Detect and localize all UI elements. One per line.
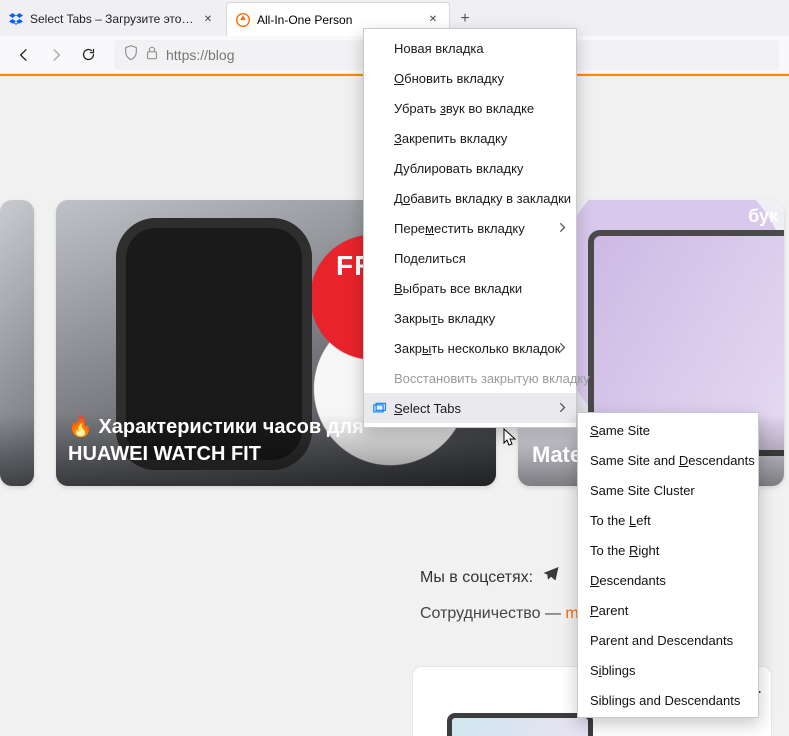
submenu-item[interactable]: Siblings: [578, 655, 758, 685]
context-menu-item[interactable]: Select Tabs: [364, 393, 576, 423]
submenu-item[interactable]: Parent: [578, 595, 758, 625]
context-menu-item[interactable]: Новая вкладка: [364, 33, 576, 63]
context-menu-item[interactable]: Добавить вкладку в закладки: [364, 183, 576, 213]
lock-icon: [146, 46, 158, 63]
submenu-item[interactable]: Siblings and Descendants: [578, 685, 758, 715]
select-tabs-icon: [372, 400, 388, 416]
close-icon[interactable]: ✕: [425, 12, 441, 28]
context-menu-item[interactable]: Дублировать вкладку: [364, 153, 576, 183]
context-submenu: Same SiteSame Site and DescendantsSame S…: [577, 412, 759, 718]
site-icon: [235, 12, 251, 28]
telegram-icon[interactable]: [542, 569, 560, 586]
shield-icon: [124, 45, 138, 64]
dropbox-icon: [8, 11, 24, 27]
submenu-item[interactable]: To the Left: [578, 505, 758, 535]
context-menu-item[interactable]: Обновить вкладку: [364, 63, 576, 93]
context-menu: Новая вкладкаОбновить вкладкуУбрать звук…: [363, 28, 577, 428]
context-menu-item: Восстановить закрытую вкладку: [364, 363, 576, 393]
submenu-item[interactable]: Parent and Descendants: [578, 625, 758, 655]
chevron-right-icon: [558, 221, 566, 236]
context-menu-item[interactable]: Закрепить вкладку: [364, 123, 576, 153]
reload-button[interactable]: [74, 41, 102, 69]
context-menu-item[interactable]: Убрать звук во вкладке: [364, 93, 576, 123]
forward-button[interactable]: [42, 41, 70, 69]
submenu-item[interactable]: Same Site and Descendants: [578, 445, 758, 475]
tab-inactive[interactable]: Select Tabs – Загрузите это рас ✕: [0, 2, 224, 36]
cursor-icon: [503, 428, 519, 448]
context-menu-item[interactable]: Выбрать все вкладки: [364, 273, 576, 303]
context-menu-item[interactable]: Закрыть несколько вкладок: [364, 333, 576, 363]
submenu-item[interactable]: Same Site Cluster: [578, 475, 758, 505]
context-menu-item[interactable]: Переместить вкладку: [364, 213, 576, 243]
context-menu-item[interactable]: Поделиться: [364, 243, 576, 273]
close-icon[interactable]: ✕: [200, 11, 216, 27]
tab-label: All-In-One Person: [257, 13, 419, 27]
chevron-right-icon: [558, 341, 566, 356]
submenu-item[interactable]: Descendants: [578, 565, 758, 595]
context-menu-item[interactable]: Закрыть вкладку: [364, 303, 576, 333]
back-button[interactable]: [10, 41, 38, 69]
url-text: https://blog: [166, 47, 235, 63]
submenu-item[interactable]: To the Right: [578, 535, 758, 565]
social-label: Мы в соцсетях:: [420, 569, 533, 587]
tab-label: Select Tabs – Загрузите это рас: [30, 12, 194, 26]
corner-tag: бук: [748, 206, 778, 227]
card-partial-left[interactable]: [0, 200, 34, 486]
submenu-item[interactable]: Same Site: [578, 415, 758, 445]
chevron-right-icon: [558, 401, 566, 416]
